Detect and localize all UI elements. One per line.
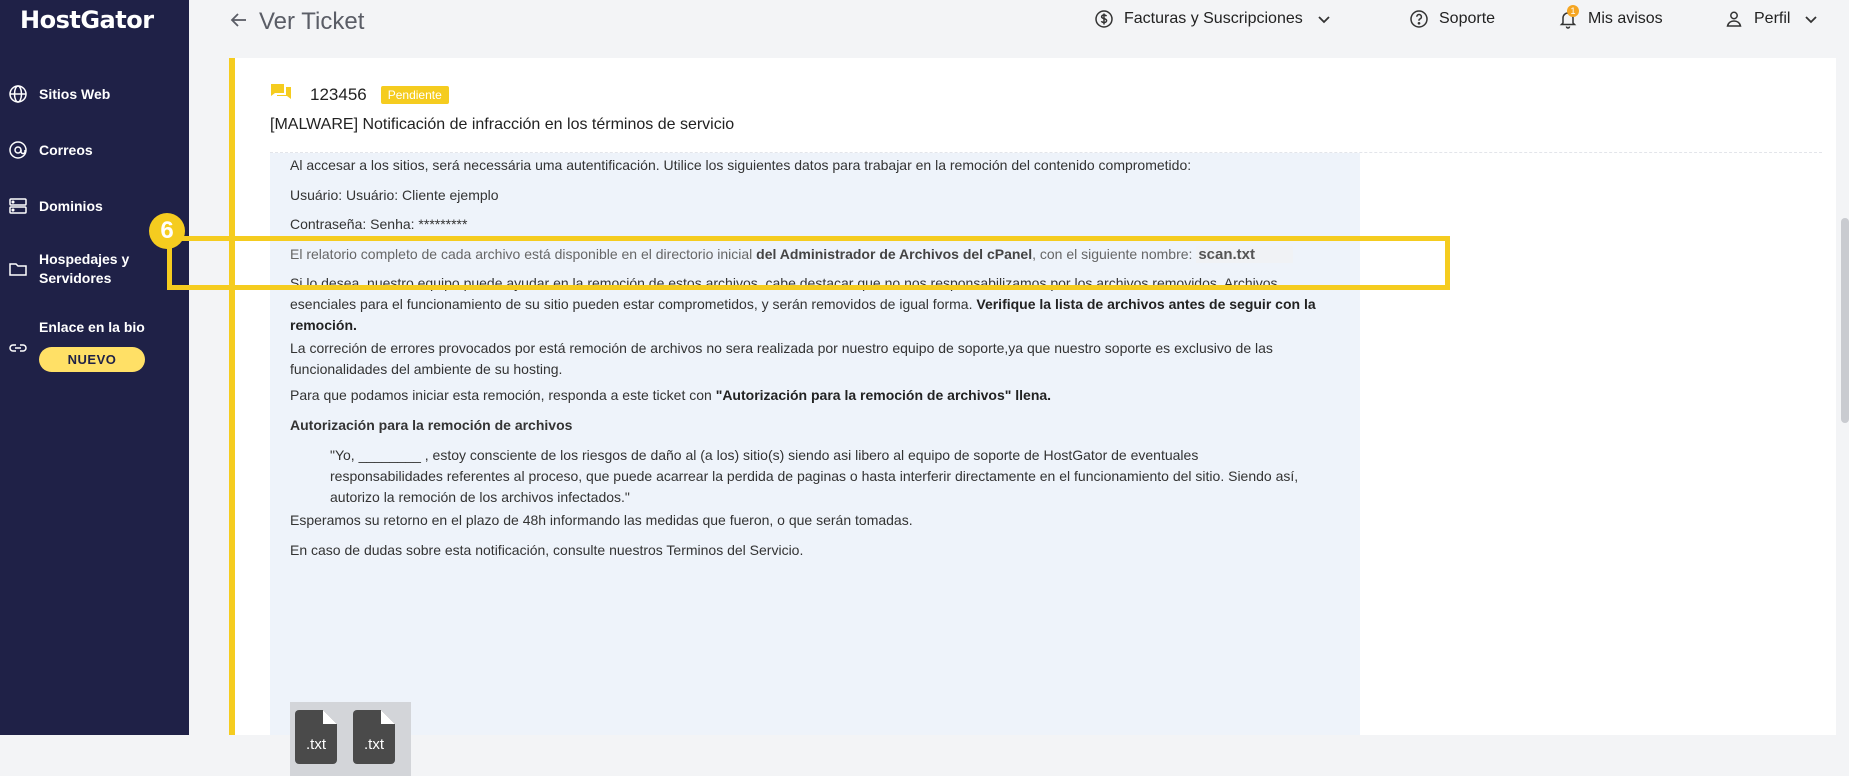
- at-icon: [8, 140, 28, 160]
- sidebar-item-label: Sitios Web: [39, 85, 111, 102]
- message-paragraph: En caso de dudas sobre esta notificación…: [290, 542, 804, 558]
- bell-icon: 1: [1558, 5, 1579, 29]
- notifications-link[interactable]: 1 Mis avisos: [1558, 5, 1663, 29]
- message-username: Usuário: Usuário: Cliente ejemplo: [290, 187, 499, 203]
- message-paragraph: Esperamos su retorno en el plazo de 48h …: [290, 512, 913, 528]
- server-icon: [8, 196, 28, 216]
- message-paragraph: Para que podamos iniciar esta remoción, …: [290, 385, 1340, 406]
- message-paragraph: La correción de errores provocados por e…: [290, 340, 1273, 377]
- page-title: Ver Ticket: [259, 8, 365, 35]
- step-marker: 6: [149, 213, 185, 249]
- status-badge: Pendiente: [380, 85, 449, 104]
- sidebar-item-correos[interactable]: Correos: [0, 138, 189, 162]
- notification-count: 1: [1567, 5, 1579, 17]
- profile-menu[interactable]: Perfil: [1724, 9, 1818, 29]
- file-extension: .txt: [363, 736, 384, 753]
- notifications-label: Mis avisos: [1588, 10, 1663, 27]
- authorization-heading: Autorización para la remoción de archivo…: [290, 417, 573, 433]
- profile-label: Perfil: [1754, 10, 1791, 27]
- authorization-bold: "Autorización para la remoción de archiv…: [715, 387, 1052, 403]
- dollar-circle-icon: [1094, 9, 1114, 29]
- txt-file-attachment[interactable]: .txt: [353, 710, 395, 764]
- folder-icon: [8, 259, 28, 279]
- chat-icon: [270, 82, 292, 107]
- arrow-left-icon: [229, 10, 249, 35]
- sidebar-item-sitios-web[interactable]: Sitios Web: [0, 82, 189, 106]
- link-icon: [8, 338, 28, 358]
- attachments: .txt .txt: [290, 702, 411, 776]
- sidebar-item-hospedajes[interactable]: Hospedajes y Servidores: [0, 249, 189, 289]
- question-circle-icon: [1409, 9, 1429, 29]
- back-button[interactable]: Ver Ticket: [229, 8, 364, 36]
- message-password: Contraseña: Senha: *********: [290, 216, 468, 232]
- ticket-panel: 123456 Pendiente [MALWARE] Notificación …: [229, 58, 1836, 776]
- support-link[interactable]: Soporte: [1409, 9, 1495, 29]
- file-extension: .txt: [305, 736, 326, 753]
- ticket-number: 123456: [310, 84, 367, 104]
- support-label: Soporte: [1439, 10, 1496, 27]
- user-icon: [1724, 9, 1744, 29]
- ticket-header: 123456 Pendiente: [270, 82, 449, 107]
- billing-label: Facturas y Suscripciones: [1124, 10, 1303, 27]
- authorization-quote: "Yo, ________ , estoy consciente de los …: [330, 447, 1299, 505]
- scrollbar[interactable]: [1841, 218, 1849, 423]
- globe-icon: [8, 84, 28, 104]
- highlight-box: [167, 236, 1450, 290]
- sidebar-item-label: Enlace en la bio: [39, 319, 145, 335]
- ticket-subject: [MALWARE] Notificación de infracción en …: [270, 116, 735, 133]
- chevron-down-icon: [1317, 12, 1331, 26]
- new-badge: NUEVO: [39, 347, 145, 372]
- sidebar-item-label: Hospedajes y Servidores: [39, 251, 130, 286]
- sidebar-item-label: Correos: [39, 141, 93, 158]
- header: Ver Ticket Facturas y Suscripciones Sopo…: [189, 0, 1849, 58]
- billing-menu[interactable]: Facturas y Suscripciones: [1094, 9, 1331, 29]
- reply-instruction: Para que podamos iniciar esta remoción, …: [290, 387, 716, 403]
- message-paragraph: Al accesar a los sitios, será necessária…: [290, 157, 1192, 173]
- sidebar-item-label: Dominios: [39, 197, 103, 214]
- sidebar: HostGator Sitios Web Correos Dominios Ho…: [0, 0, 189, 735]
- chevron-down-icon: [1804, 12, 1818, 26]
- txt-file-attachment[interactable]: .txt: [295, 710, 337, 764]
- hostgator-logo[interactable]: HostGator: [20, 6, 154, 34]
